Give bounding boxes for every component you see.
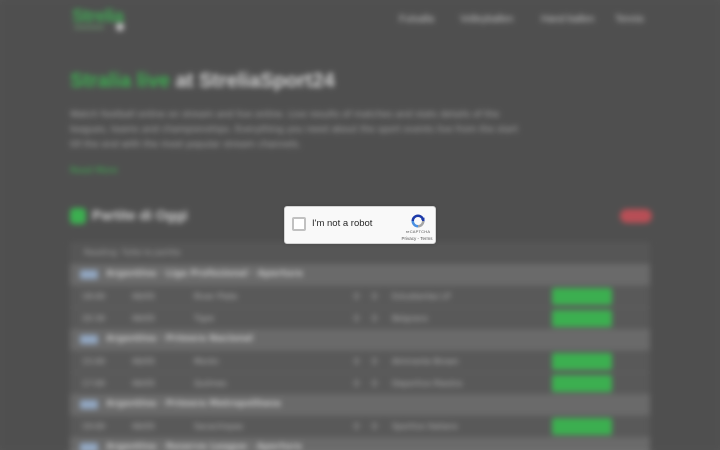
match-row[interactable]: 15:00 06/05 Morón 0 0 Almirante Brown	[70, 350, 650, 372]
away-team: Belgrano	[392, 314, 428, 323]
match-date: 06/05	[132, 314, 156, 323]
recaptcha-logo-icon	[411, 214, 425, 228]
match-time: 15:00	[82, 357, 106, 366]
logo-underline	[74, 26, 104, 29]
away-score: 0	[372, 314, 378, 323]
country-flag-icon	[80, 335, 98, 344]
table-header: Reading: Tutte le partite	[70, 242, 650, 264]
league-name: Argentina · Primera Metropolitana	[106, 399, 281, 409]
watch-live-button[interactable]	[552, 375, 612, 392]
country-flag-icon	[80, 443, 98, 450]
nav-link-4[interactable]: Tennis	[615, 14, 644, 25]
country-flag-icon	[80, 400, 98, 409]
privacy-link[interactable]: Privacy	[402, 236, 417, 241]
away-team: Deportivo Riestra	[392, 379, 463, 388]
match-row[interactable]: 19:00 06/05 Sacachispas 0 0 Sportivo Italiano	[70, 415, 650, 437]
hero-description: Watch football online on stream and live…	[70, 110, 519, 150]
nav-link-1[interactable]: Futsalla	[399, 14, 434, 25]
watch-live-button[interactable]	[552, 310, 612, 327]
league-groups: Argentina · Liga Profesional · Apertura 1…	[70, 264, 650, 450]
league-header[interactable]: Argentina · Liga Profesional · Apertura	[70, 264, 650, 285]
hero-title-brand: Stralia live	[70, 70, 171, 92]
away-score: 0	[372, 357, 378, 366]
home-team: River Plate	[194, 292, 238, 301]
match-time: 19:00	[82, 422, 106, 431]
home-team: Sacachispas	[194, 422, 244, 431]
recaptcha-label: I'm not a robot	[312, 218, 373, 229]
league-header[interactable]: Argentina · Primera Nacional	[70, 329, 650, 350]
home-team: Morón	[194, 357, 219, 366]
recaptcha-checkbox[interactable]	[292, 217, 306, 231]
logo-dot-icon	[116, 23, 124, 31]
away-team: Sportivo Italiano	[392, 422, 458, 431]
recaptcha-widget: I'm not a robot reCAPTCHA Privacy - Term…	[284, 206, 436, 244]
watch-live-button[interactable]	[552, 353, 612, 370]
top-navigation: Strelia Futsalla Volleyballen Hand balle…	[0, 0, 720, 44]
match-time: 20:30	[82, 314, 106, 323]
away-score: 0	[372, 379, 378, 388]
match-row[interactable]: 20:30 06/05 Tigre 0 0 Belgrano	[70, 307, 650, 329]
watch-live-button[interactable]	[552, 418, 612, 435]
home-team: Quilmes	[194, 379, 227, 388]
match-row[interactable]: 17:00 06/05 Quilmes 0 0 Deportivo Riestra	[70, 372, 650, 394]
matches-table: Reading: Tutte le partite Argentina · Li…	[70, 242, 650, 450]
match-row[interactable]: 18:00 06/05 River Plate 0 0 Estudiantes LP	[70, 285, 650, 307]
league-name: Argentina · Primera Nacional	[106, 334, 253, 344]
section-title: Partite di Oggi	[92, 207, 188, 223]
home-score: 0	[354, 292, 360, 301]
read-more-link[interactable]: Read More	[70, 166, 118, 176]
away-team: Almirante Brown	[392, 357, 459, 366]
home-score: 0	[354, 379, 360, 388]
league-name: Argentina · Liga Profesional · Apertura	[106, 269, 303, 279]
recaptcha-brand: reCAPTCHA	[405, 229, 431, 234]
league-header[interactable]: Argentina · Primera Metropolitana	[70, 394, 650, 415]
away-score: 0	[372, 292, 378, 301]
home-score: 0	[354, 314, 360, 323]
home-score: 0	[354, 422, 360, 431]
match-time: 17:00	[82, 379, 106, 388]
country-flag-icon	[80, 270, 98, 279]
hero-title-rest: at StreliaSport24	[175, 70, 335, 92]
match-date: 06/05	[132, 422, 156, 431]
away-team: Estudiantes LP	[392, 292, 451, 301]
match-date: 06/05	[132, 357, 156, 366]
live-badge[interactable]	[620, 209, 652, 223]
soccer-ball-icon	[70, 208, 86, 224]
terms-link[interactable]: Terms	[420, 236, 432, 241]
home-score: 0	[354, 357, 360, 366]
league-name: Argentina · Reserve League · Apertura	[106, 442, 302, 450]
nav-link-2[interactable]: Volleyballen	[460, 14, 513, 25]
home-team: Tigre	[194, 314, 214, 323]
away-score: 0	[372, 422, 378, 431]
league-header[interactable]: Argentina · Reserve League · Apertura	[70, 437, 650, 450]
hero-title: Stralia live at StreliaSport24	[70, 70, 335, 93]
match-date: 06/05	[132, 292, 156, 301]
watch-live-button[interactable]	[552, 288, 612, 305]
site-logo[interactable]: Strelia	[72, 6, 130, 34]
match-time: 18:00	[82, 292, 106, 301]
nav-link-3[interactable]: Hand ballen	[541, 14, 594, 25]
recaptcha-links: Privacy - Terms	[397, 236, 437, 241]
match-date: 06/05	[132, 379, 156, 388]
